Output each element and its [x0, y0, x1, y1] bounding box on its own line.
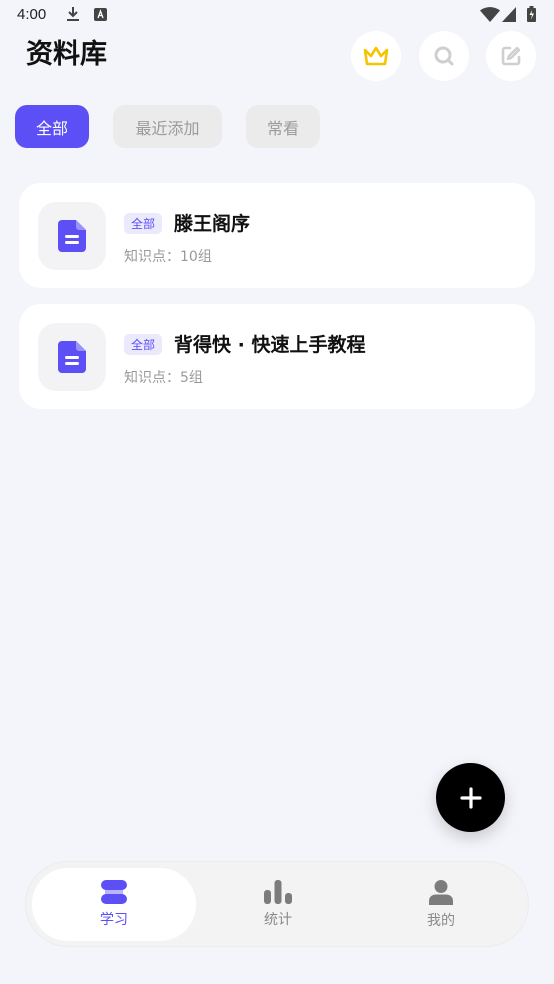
bottom-nav: 学习 统计 我的 [25, 861, 529, 947]
stats-icon [264, 880, 292, 904]
card-subtitle: 知识点：5组 [124, 370, 203, 386]
card-title: 滕王阁序 [174, 213, 251, 235]
nav-label: 我的 [427, 912, 455, 929]
study-icon [101, 880, 127, 904]
plus-icon [459, 786, 482, 809]
card-title: 背得快 · 快速上手教程 [174, 334, 366, 356]
card-tag: 全部 [124, 213, 163, 234]
edit-icon [501, 46, 521, 66]
card-subtitle: 知识点：10组 [124, 249, 212, 265]
nav-item-study[interactable]: 学习 [32, 868, 196, 941]
nav-label: 统计 [264, 912, 292, 928]
status-bar: 4:00 [0, 0, 554, 30]
edit-button[interactable] [486, 31, 536, 81]
nav-item-profile[interactable]: 我的 [359, 868, 523, 941]
nav-item-stats[interactable]: 统计 [196, 868, 360, 941]
notification-app-icon [94, 8, 107, 21]
profile-icon [429, 879, 453, 905]
material-card[interactable]: 全部 滕王阁序 知识点：10组 [19, 183, 535, 288]
document-icon [58, 220, 86, 252]
card-icon-tile [38, 323, 106, 391]
page-title: 资料库 [26, 39, 107, 70]
material-card[interactable]: 全部 背得快 · 快速上手教程 知识点：5组 [19, 304, 535, 409]
status-time: 4:00 [17, 6, 47, 23]
add-button[interactable] [436, 763, 505, 832]
nav-label: 学习 [100, 912, 128, 928]
search-icon [434, 46, 454, 66]
filter-chip-all[interactable]: 全部 [15, 105, 89, 148]
card-tag: 全部 [124, 334, 163, 355]
filter-chip-recent[interactable]: 最近添加 [113, 105, 222, 148]
download-icon [67, 7, 79, 21]
filter-chip-frequent[interactable]: 常看 [246, 105, 320, 148]
vip-crown-button[interactable] [351, 31, 401, 81]
search-button[interactable] [419, 31, 469, 81]
battery-icon [527, 6, 536, 22]
card-icon-tile [38, 202, 106, 270]
cellular-signal-icon [502, 7, 516, 22]
document-icon [58, 341, 86, 373]
wifi-icon [480, 7, 500, 22]
crown-icon [363, 46, 389, 66]
